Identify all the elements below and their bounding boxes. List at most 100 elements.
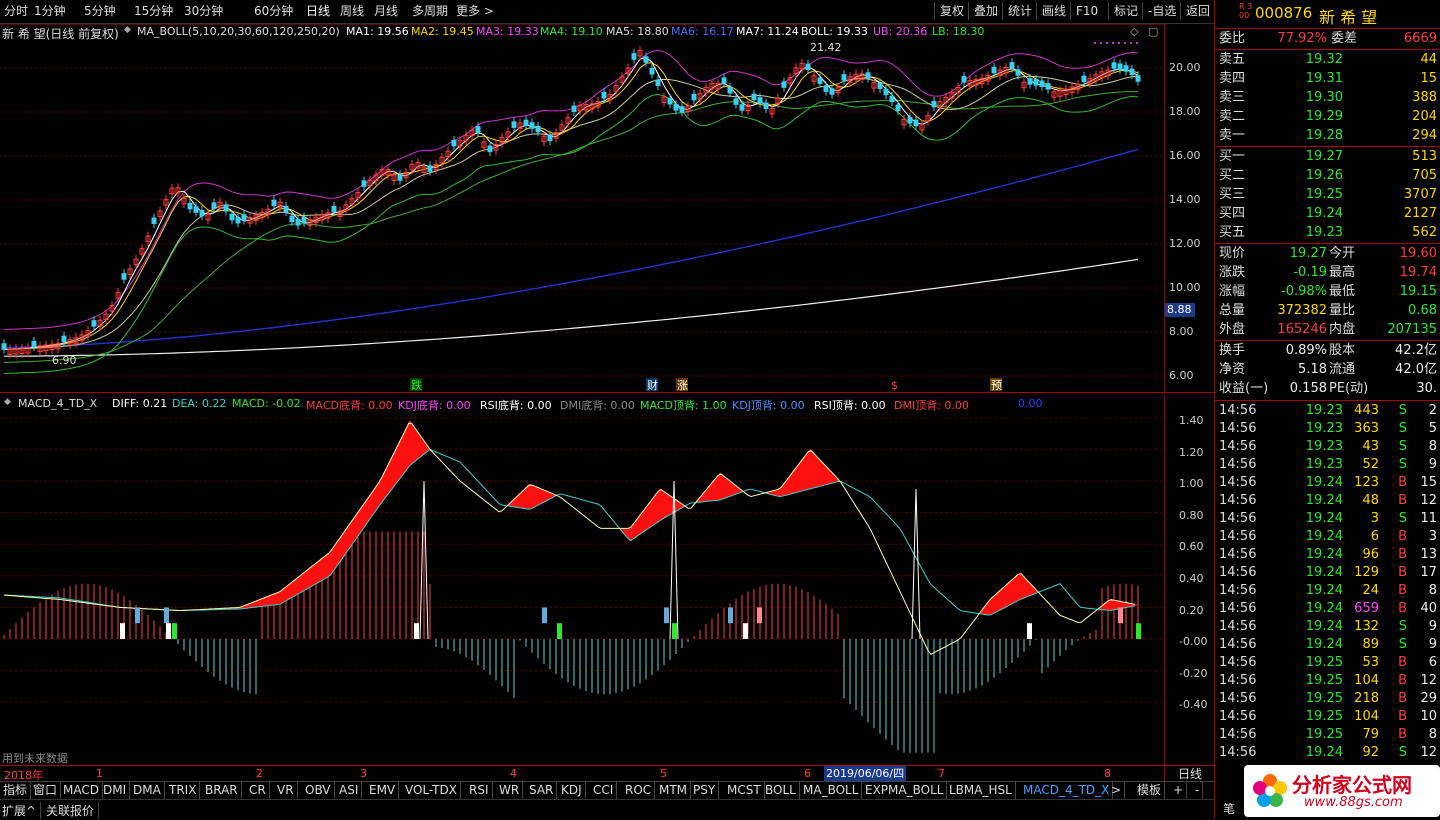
collapse-icon[interactable]: ◇ (1130, 25, 1138, 38)
dot-marker (1112, 42, 1114, 44)
status-item-0[interactable]: 扩展^ (2, 802, 42, 819)
macd-indicator-name[interactable]: MACD_4_TD_X (18, 397, 97, 410)
tick-volume: 24 (1362, 583, 1379, 598)
period-4[interactable]: 30分钟 (184, 3, 223, 19)
indicator-tab-24[interactable]: EXPMA_BOLL (862, 782, 948, 799)
indicator-tab-7[interactable]: CR (246, 782, 270, 799)
tick-count: 9 (1428, 619, 1437, 634)
indicator-tab-18[interactable]: ROC (622, 782, 656, 799)
indicator-tab-6[interactable]: BRAR (202, 782, 242, 799)
indicator-tab-12[interactable]: VOL-TDX (402, 782, 461, 799)
date-label: 5 (660, 767, 667, 780)
period-7[interactable]: 周线 (340, 3, 364, 19)
tick-side: S (1398, 421, 1407, 436)
macd-tick: -0.00 (1179, 635, 1208, 649)
window-close-icon[interactable]: ▢ (1148, 25, 1158, 38)
tab-control-1[interactable]: + (1170, 782, 1188, 799)
indicator-tab-22[interactable]: BOLL (762, 782, 800, 799)
toolbar-button-5[interactable]: 标记 (1108, 2, 1143, 20)
indicator-tab-23[interactable]: MA_BOLL (800, 782, 863, 799)
indicator-tab-10[interactable]: ASI (336, 782, 363, 799)
stat-label: 现价 (1219, 246, 1246, 261)
candle-body (763, 102, 769, 109)
macd-svg[interactable] (0, 395, 1164, 765)
candle-body (535, 125, 541, 133)
indicator-tab-1[interactable]: 窗口 (30, 782, 62, 799)
indicator-tab-2[interactable]: MACD (60, 782, 103, 799)
indicator-tab-27[interactable]: > (1108, 782, 1126, 799)
toolbar-button-2[interactable]: 统计 (1002, 2, 1037, 20)
tick-count: 3 (1428, 529, 1437, 544)
indicator-tab-15[interactable]: SAR (526, 782, 558, 799)
toolbar-button-1[interactable]: 叠加 (968, 2, 1003, 20)
candle-body (727, 86, 733, 94)
flower-icon (1253, 774, 1287, 807)
period-9[interactable]: 多周期 (412, 3, 448, 19)
period-1[interactable]: 1分钟 (34, 3, 66, 19)
stat-value-2: 207135 (1387, 322, 1437, 337)
ask-volume: 15 (1420, 71, 1437, 86)
indicator-menu-icon[interactable]: ◆ (124, 25, 131, 35)
separator (1215, 49, 1440, 50)
indicator-tab-20[interactable]: PSY (690, 782, 720, 799)
bid-price: 19.26 (1305, 168, 1343, 183)
fin-label-2: 股本 (1329, 343, 1356, 358)
tick-row: 14:56 19.23 443 S 2 (1219, 402, 1439, 420)
indicator-tab-3[interactable]: DMI (100, 782, 131, 799)
period-2[interactable]: 5分钟 (84, 3, 116, 19)
indicator-tab-13[interactable]: RSI (466, 782, 493, 799)
indicator-tab-17[interactable]: CCI (590, 782, 618, 799)
event-marker: 财 (647, 378, 658, 392)
toolbar-button-4[interactable]: F10 (1070, 2, 1103, 20)
tick-price: 19.24 (1305, 583, 1343, 598)
indicator-tab-11[interactable]: EMV (366, 782, 400, 799)
period-8[interactable]: 月线 (374, 3, 398, 19)
bid-price: 19.24 (1305, 206, 1343, 221)
indicator-tab-0[interactable]: 指标 (0, 782, 32, 799)
period-0[interactable]: 分时 (4, 3, 28, 19)
period-6[interactable]: 日线 (306, 3, 330, 19)
period-10[interactable]: 更多 > (456, 3, 494, 19)
tick-price: 19.25 (1305, 709, 1343, 724)
macd-chart[interactable] (0, 395, 1164, 765)
tick-time: 14:56 (1219, 601, 1257, 616)
candle-body (1039, 80, 1045, 87)
signal-box (1027, 623, 1032, 639)
indicator-tab-16[interactable]: KDJ (558, 782, 586, 799)
indicator-tab-4[interactable]: DMA (130, 782, 165, 799)
indicator-tab-26[interactable]: MACD_4_TD_X (1020, 782, 1114, 799)
tick-volume: 79 (1362, 727, 1379, 742)
tick-row: 14:56 19.24 659 B 40 (1219, 600, 1439, 618)
tick-time: 14:56 (1219, 511, 1257, 526)
period-3[interactable]: 15分钟 (134, 3, 173, 19)
period-5[interactable]: 60分钟 (254, 3, 293, 19)
kline-chart[interactable]: 21.42 6.90 跌 财 涨 $ 预 (0, 23, 1164, 392)
toolbar-button-0[interactable]: 复权 (934, 2, 969, 20)
candle-body (829, 88, 835, 95)
tick-side: B (1398, 547, 1407, 562)
indicator-tab-9[interactable]: OBV (302, 782, 335, 799)
period-indicator[interactable]: 日线 (1164, 765, 1215, 782)
indicator-tab-8[interactable]: VR (274, 782, 298, 799)
indicator-tab-5[interactable]: TRIX (166, 782, 201, 799)
indicator-tab-19[interactable]: MTM (656, 782, 692, 799)
kline-svg[interactable]: 21.42 6.90 跌 财 涨 $ 预 (0, 23, 1164, 392)
status-item-1[interactable]: 关联报价 (46, 802, 100, 819)
toolbar-button-7[interactable]: 返回 (1180, 2, 1215, 20)
price-tick: 12.00 (1169, 237, 1201, 250)
toolbar-button-6[interactable]: -自选 (1142, 2, 1181, 20)
tab-control-0[interactable]: 模板 (1134, 782, 1166, 799)
indicator-tab-25[interactable]: LBMA_HSL (946, 782, 1016, 799)
candle-body (691, 93, 697, 101)
candle-body (751, 93, 757, 101)
indicator-tab-21[interactable]: MCST (724, 782, 765, 799)
tick-price: 19.25 (1305, 655, 1343, 670)
toolbar-button-3[interactable]: 画线 (1036, 2, 1071, 20)
tab-control-2[interactable]: - (1192, 782, 1204, 799)
main-indicator-name[interactable]: MA_BOLL(5,10,20,30,60,120,250,20) (137, 25, 340, 38)
macd-menu-icon[interactable]: ◆ (4, 397, 11, 407)
tick-side: B (1398, 601, 1407, 616)
tick-volume: 443 (1354, 403, 1379, 418)
candle-body (31, 340, 37, 348)
indicator-tab-14[interactable]: WR (496, 782, 524, 799)
